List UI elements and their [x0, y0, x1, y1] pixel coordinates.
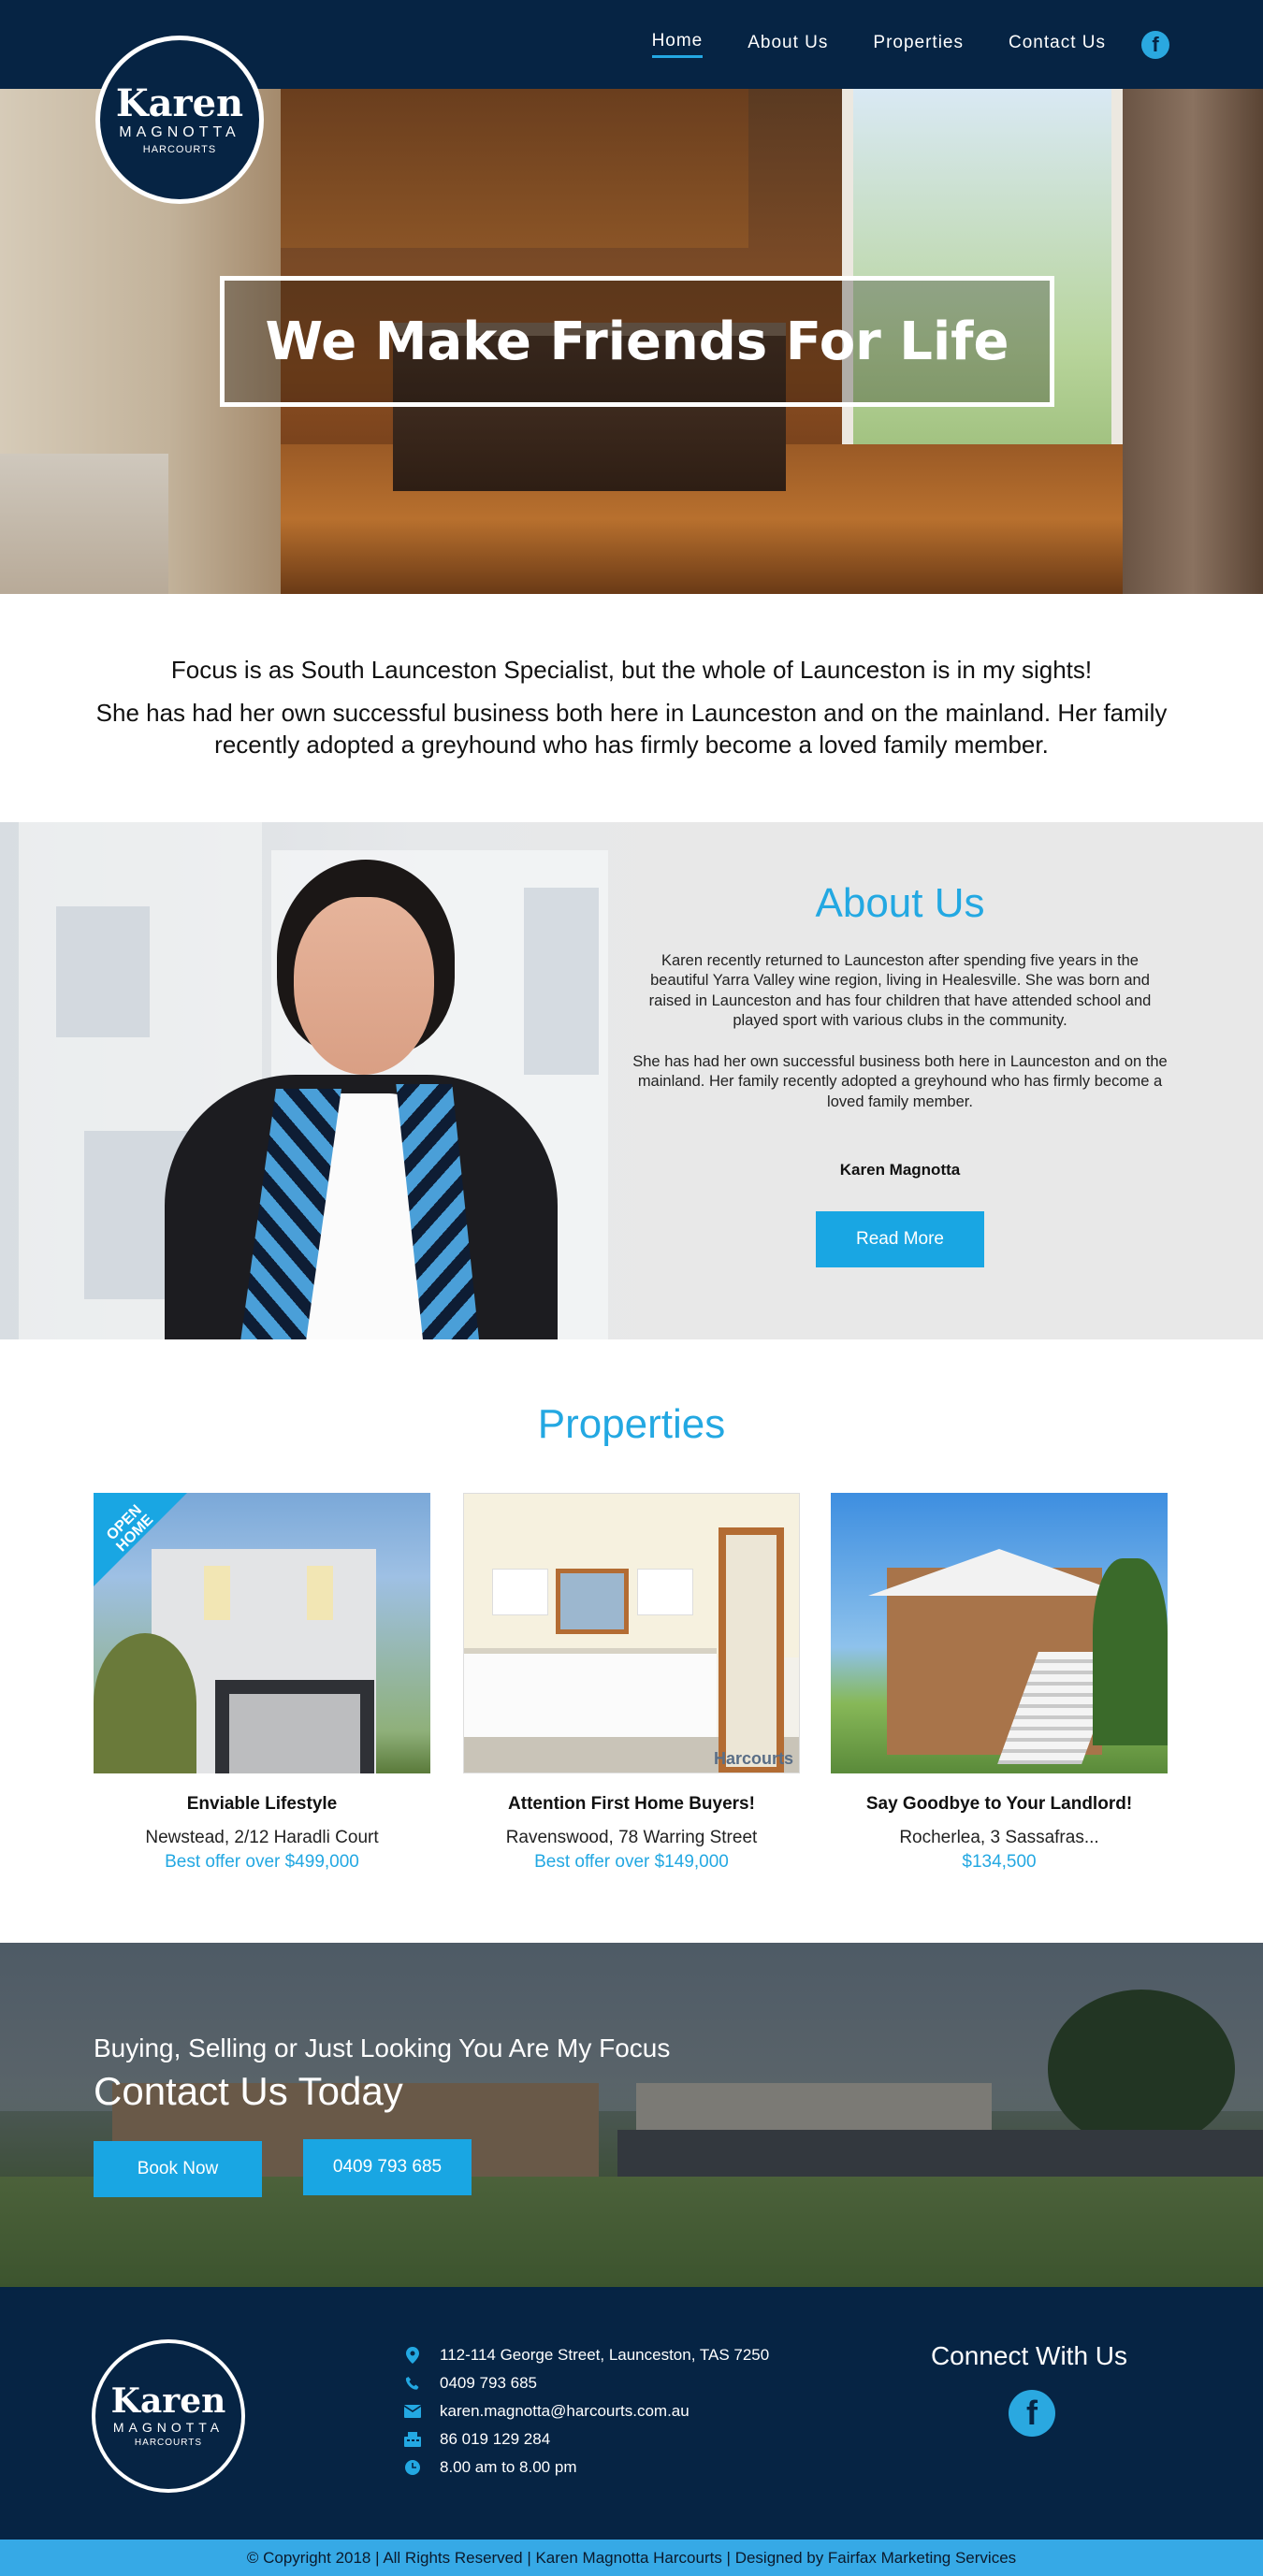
photo-door	[719, 1527, 784, 1773]
about-title: About Us	[815, 880, 985, 926]
logo-brand: HARCOURTS	[134, 2438, 203, 2448]
footer-hours: 8.00 am to 8.00 pm	[440, 2458, 577, 2476]
fax-icon	[404, 2431, 421, 2448]
nav-contact-us[interactable]: Contact Us	[1009, 33, 1106, 57]
hero-title: We Make Friends For Life	[265, 311, 1009, 372]
footer-email[interactable]: karen.magnotta@harcourts.com.au	[440, 2402, 690, 2421]
property-price: Best offer over $499,000	[165, 1852, 359, 1872]
agent-portrait	[165, 860, 558, 1339]
footer-fax: 86 019 129 284	[440, 2430, 551, 2448]
read-more-button[interactable]: Read More	[816, 1211, 984, 1268]
property-address: Ravenswood, 78 Warring Street	[505, 1828, 758, 1847]
footer-address-row: 112-114 George Street, Launceston, TAS 7…	[404, 2341, 769, 2369]
photo-tree	[1093, 1558, 1168, 1745]
footer-phone[interactable]: 0409 793 685	[440, 2374, 537, 2393]
envelope-icon	[404, 2403, 421, 2420]
footer-fax-row: 86 019 129 284	[404, 2425, 769, 2453]
property-card[interactable]: Say Goodbye to Your Landlord! Rocherlea,…	[831, 1493, 1168, 1873]
photo-window	[556, 1569, 629, 1634]
contact-cta-section: Buying, Selling or Just Looking You Are …	[0, 1943, 1263, 2287]
property-title[interactable]: Say Goodbye to Your Landlord!	[831, 1794, 1168, 1815]
property-address: Newstead, 2/12 Haradli Court	[145, 1828, 379, 1847]
footer-contact-list: 112-114 George Street, Launceston, TAS 7…	[404, 2341, 769, 2482]
site-logo[interactable]: Karen MAGNOTTA HARCOURTS	[95, 36, 264, 204]
property-title[interactable]: Enviable Lifestyle	[94, 1794, 430, 1815]
about-paragraph-1: Karen recently returned to Launceston af…	[648, 952, 1152, 1030]
photo-cupboard	[637, 1569, 693, 1615]
logo-name: Karen	[115, 80, 244, 125]
footer-email-row: karen.magnotta@harcourts.com.au	[404, 2397, 769, 2425]
property-address: Rocherlea, 3 Sassafras...	[899, 1828, 1099, 1847]
property-card[interactable]: Harcourts Attention First Home Buyers! R…	[463, 1493, 800, 1873]
about-content: About Us Karen recently returned to Laun…	[629, 822, 1171, 1339]
facebook-icon[interactable]: f	[1009, 2390, 1055, 2437]
photo-roof	[868, 1549, 1130, 1596]
about-section: About Us Karen recently returned to Laun…	[0, 822, 1263, 1339]
nav-properties[interactable]: Properties	[873, 33, 964, 57]
logo-name: Karen	[110, 2381, 226, 2421]
cta-subtitle: Buying, Selling or Just Looking You Are …	[94, 2033, 671, 2062]
photo-window	[307, 1566, 333, 1620]
about-bg-window	[56, 906, 150, 1037]
nav-links: Home About Us Properties Contact Us f	[607, 0, 1263, 89]
cta-overlay	[0, 1943, 1263, 2287]
hero-photo-curtain	[1123, 89, 1263, 594]
intro-section: Focus is as South Launceston Specialist,…	[0, 594, 1263, 822]
footer-address: 112-114 George Street, Launceston, TAS 7…	[440, 2346, 770, 2364]
photo-tree	[94, 1633, 196, 1773]
intro-line-1: Focus is as South Launceston Specialist,…	[170, 656, 1093, 685]
nav-about-us[interactable]: About Us	[748, 33, 828, 57]
page: Home About Us Properties Contact Us f Ka…	[0, 0, 1263, 2576]
copyright-bar: © Copyright 2018 | All Rights Reserved |…	[0, 2540, 1263, 2576]
copyright-text: © Copyright 2018 | All Rights Reserved |…	[246, 2548, 1017, 2567]
map-pin-icon	[404, 2347, 421, 2364]
book-now-button[interactable]: Book Now	[94, 2141, 262, 2197]
properties-title: Properties	[537, 1401, 726, 1447]
hero-photo-counter	[0, 454, 168, 594]
properties-section: Properties OPEN HOME Enviable Lifestyle …	[0, 1339, 1263, 1943]
logo-brand: HARCOURTS	[142, 143, 217, 155]
logo-surname: MAGNOTTA	[119, 123, 240, 140]
hero-photo-cabinets	[281, 89, 748, 248]
hero-title-box: We Make Friends For Life	[220, 276, 1054, 407]
intro-line-2: She has had her own successful business …	[95, 699, 1168, 759]
footer: Karen MAGNOTTA HARCOURTS 112-114 George …	[0, 2287, 1263, 2540]
footer-hours-row: 8.00 am to 8.00 pm	[404, 2453, 769, 2482]
logo-surname: MAGNOTTA	[112, 2420, 225, 2435]
nav-home[interactable]: Home	[651, 31, 704, 58]
property-price: Best offer over $149,000	[534, 1852, 729, 1872]
footer-phone-row: 0409 793 685	[404, 2369, 769, 2397]
photo-cupboard	[492, 1569, 548, 1615]
property-photo[interactable]: Harcourts	[463, 1493, 800, 1773]
property-photo[interactable]: OPEN HOME	[94, 1493, 430, 1773]
property-title[interactable]: Attention First Home Buyers!	[463, 1794, 800, 1815]
phone-icon	[404, 2375, 421, 2392]
cta-title: Contact Us Today	[94, 2069, 403, 2113]
clock-icon	[404, 2459, 421, 2476]
portrait-face	[294, 897, 434, 1075]
facebook-icon[interactable]: f	[1141, 30, 1169, 59]
photo-window	[204, 1566, 230, 1620]
connect-heading: Connect With Us	[930, 2341, 1128, 2370]
photo-garage-door	[229, 1694, 360, 1773]
property-photo[interactable]	[831, 1493, 1168, 1773]
property-card[interactable]: OPEN HOME Enviable Lifestyle Newstead, 2…	[94, 1493, 430, 1873]
about-signature: Karen Magnotta	[839, 1161, 961, 1179]
footer-logo[interactable]: Karen MAGNOTTA HARCOURTS	[92, 2339, 245, 2493]
about-paragraph-2: She has had her own successful business …	[632, 1052, 1168, 1110]
property-price: $134,500	[962, 1852, 1037, 1872]
harcourts-watermark: Harcourts	[713, 1749, 793, 1768]
phone-button[interactable]: 0409 793 685	[303, 2139, 472, 2195]
